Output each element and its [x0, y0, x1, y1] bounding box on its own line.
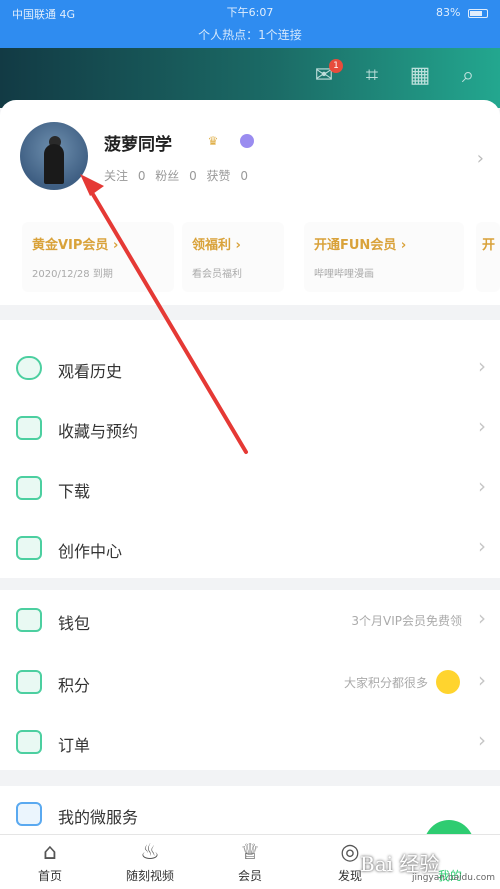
wallet-icon: [16, 608, 42, 632]
menu-item-label: 积分: [58, 676, 91, 695]
benefit-subtitle: 哔哩哔哩漫画: [314, 269, 374, 280]
menu-item-creator[interactable]: 创作中心 ›: [0, 518, 500, 578]
chevron-right-icon: ›: [478, 414, 486, 438]
menu-item-label: 观看历史: [58, 362, 123, 381]
benefit-tile-more[interactable]: 开: [476, 222, 500, 292]
chevron-right-icon: ›: [478, 474, 486, 498]
message-badge: 1: [329, 59, 343, 73]
menu-item-label: 下载: [58, 482, 91, 501]
chevron-right-icon: ›: [478, 534, 486, 558]
profile-icon: [437, 841, 463, 865]
vip-crown-icon: ♛: [207, 134, 219, 148]
tab-vip[interactable]: ♕ 会员: [200, 835, 300, 889]
benefit-title: 开: [482, 238, 496, 253]
benefit-title: 黄金VIP会员 ›: [32, 238, 119, 253]
video-icon: [16, 536, 42, 560]
menu-item-label: 创作中心: [58, 542, 123, 561]
menu-group-primary: 观看历史 › 收藏与预约 › 下载 › 创作中心 ›: [0, 320, 500, 578]
menu-item-label: 收藏与预约: [58, 422, 139, 441]
star-icon: [16, 416, 42, 440]
menu-item-label: 我的微服务: [58, 808, 139, 827]
benefit-tile-gold-vip[interactable]: 黄金VIP会员 › 2020/12/28 到期: [22, 222, 174, 292]
benefit-subtitle: 2020/12/28 到期: [32, 269, 113, 280]
chevron-right-icon: ›: [478, 728, 486, 752]
username[interactable]: 菠萝同学: [104, 130, 172, 155]
download-icon: [16, 476, 42, 500]
tab-label: 随刻视频: [125, 869, 174, 883]
chevron-right-icon: ›: [478, 354, 486, 378]
menu-item-favorites[interactable]: 收藏与预约 ›: [0, 398, 500, 458]
menu-group-tertiary: 我的微服务: [0, 786, 500, 836]
menu-item-points[interactable]: 积分 大家积分都很多 ›: [0, 652, 500, 712]
menu-item-label: 钱包: [58, 614, 91, 633]
benefit-tile-welfare[interactable]: 领福利 › 看会员福利: [182, 222, 284, 292]
watermark-url: jingyan.baidu.com: [412, 873, 496, 883]
profile-stats: 关注 0 粉丝 0 获赞 0: [104, 169, 248, 183]
history-icon: [16, 356, 42, 380]
chevron-right-icon: ›: [478, 668, 486, 692]
scan-icon[interactable]: ⌗: [358, 62, 386, 90]
menu-item-history[interactable]: 观看历史 ›: [0, 338, 500, 398]
search-icon[interactable]: ⌕: [454, 62, 482, 90]
coin-icon: [436, 670, 460, 694]
chevron-right-icon[interactable]: ›: [477, 148, 484, 169]
menu-item-wallet[interactable]: 钱包 3个月VIP会员免费领 ›: [0, 590, 500, 650]
clock: 下午6:07: [226, 6, 274, 19]
battery-icon: [468, 8, 488, 18]
battery-indicator: 83%: [436, 6, 488, 19]
points-icon: [16, 670, 42, 694]
status-bar: 中国联通 4G 下午6:07 个人热点：1个连接 83%: [0, 0, 500, 48]
crown-icon: ♕: [240, 840, 260, 865]
level-badge-icon: [240, 134, 254, 148]
tab-shorts[interactable]: ♨ 随刻视频: [100, 835, 200, 889]
menu-item-download[interactable]: 下载 ›: [0, 458, 500, 518]
home-icon: ⌂: [43, 840, 57, 865]
wallet-promo-text: 3个月VIP会员免费领: [351, 614, 462, 628]
chevron-right-icon: ›: [478, 606, 486, 630]
points-promo-text: 大家积分都很多: [343, 676, 428, 690]
menu-item-orders[interactable]: 订单 ›: [0, 712, 500, 772]
tab-label: 首页: [37, 869, 62, 883]
tab-home[interactable]: ⌂ 首页: [0, 835, 100, 889]
benefit-tile-fun-vip[interactable]: 开通FUN会员 › 哔哩哔哩漫画: [304, 222, 464, 292]
flame-icon: ♨: [140, 840, 160, 865]
avatar-figure: [44, 144, 64, 184]
benefit-title: 领福利 ›: [192, 238, 241, 253]
benefit-title: 开通FUN会员 ›: [314, 238, 407, 253]
menu-item-label: 订单: [58, 736, 91, 755]
link-icon: [16, 802, 42, 826]
benefit-subtitle: 看会员福利: [192, 269, 242, 280]
menu-group-secondary: 钱包 3个月VIP会员免费领 › 积分 大家积分都很多 › 订单 ›: [0, 590, 500, 770]
avatar[interactable]: [20, 122, 88, 190]
grid-icon[interactable]: ▦: [406, 62, 434, 90]
hotspot-text: 个人热点：1个连接: [198, 28, 302, 42]
tab-label: 会员: [237, 869, 262, 883]
battery-percent: 83%: [436, 6, 461, 19]
calendar-icon: [16, 730, 42, 754]
